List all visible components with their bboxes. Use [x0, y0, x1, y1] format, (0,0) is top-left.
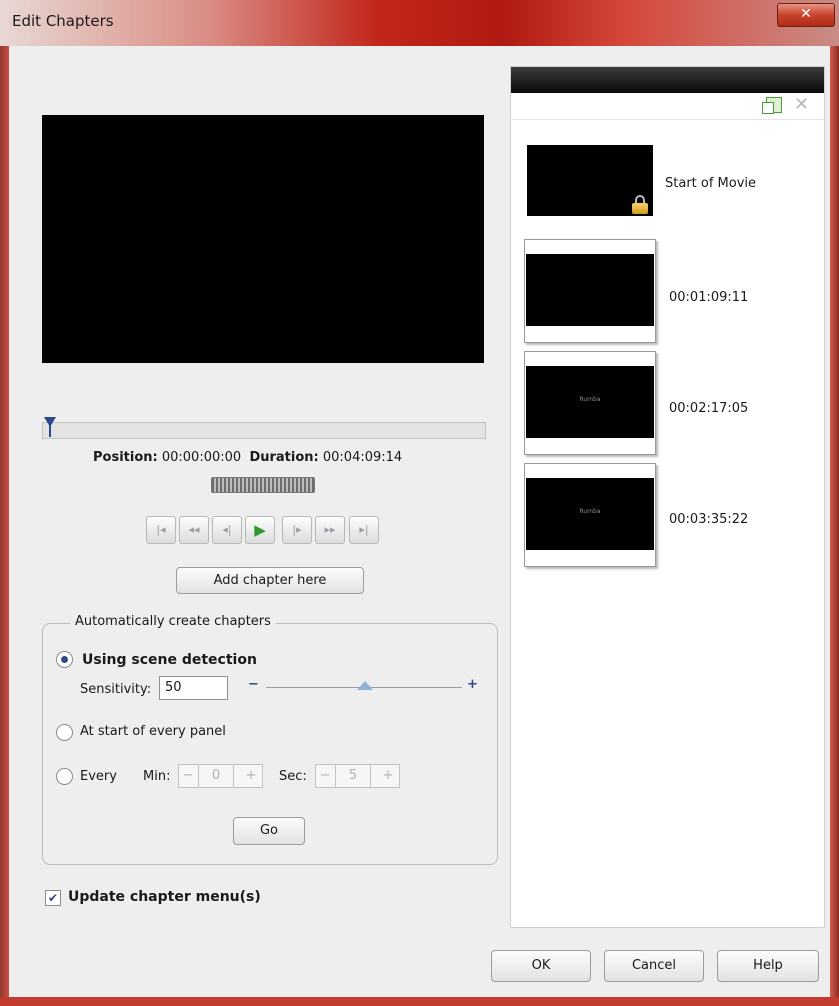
position-label: Position:	[93, 450, 158, 465]
every-panel-radio[interactable]	[56, 724, 73, 741]
minutes-value[interactable]: 0	[198, 765, 234, 787]
every-label: Every	[80, 769, 117, 784]
window-frame-right	[830, 46, 839, 1006]
chapters-panel: ✕ Start of Movie 00:01:09:11 Rumba 00:02…	[510, 66, 825, 928]
min-label: Min:	[143, 769, 171, 784]
go-to-end-button[interactable]: ▸|	[349, 516, 379, 544]
duration-label: Duration:	[249, 450, 319, 465]
seconds-stepper[interactable]: − 5 +	[315, 764, 400, 788]
minutes-decrease-icon[interactable]: −	[179, 765, 197, 787]
seconds-decrease-icon[interactable]: −	[316, 765, 334, 787]
fast-forward-button[interactable]: ▸▸	[315, 516, 345, 544]
every-interval-radio[interactable]	[56, 768, 73, 785]
sensitivity-increase-icon[interactable]: +	[467, 677, 478, 692]
sensitivity-label: Sensitivity:	[80, 682, 152, 697]
chapter-thumbnail[interactable]: Rumba	[524, 351, 656, 455]
position-value: 00:00:00:00	[161, 450, 242, 465]
sec-label: Sec:	[279, 769, 307, 784]
chapter-label: 00:02:17:05	[669, 401, 749, 416]
chapter-thumbnail-caption: Rumba	[579, 396, 601, 403]
play-button[interactable]: ▶	[245, 516, 275, 544]
ok-button[interactable]: OK	[491, 950, 591, 982]
chapter-thumbnail-image: Rumba	[526, 478, 654, 550]
chapters-panel-header	[511, 67, 824, 93]
chapter-thumbnail-image: Rumba	[526, 366, 654, 438]
minutes-stepper[interactable]: − 0 +	[178, 764, 263, 788]
go-to-start-button[interactable]: |◂	[146, 516, 176, 544]
auto-chapters-group-title: Automatically create chapters	[70, 614, 276, 629]
window-title: Edit Chapters	[12, 12, 114, 30]
title-bar: Edit Chapters ✕	[0, 0, 839, 46]
jog-shuttle-wheel[interactable]	[211, 477, 315, 493]
close-button[interactable]: ✕	[777, 3, 835, 27]
rewind-button[interactable]: ◂◂	[179, 516, 209, 544]
seconds-increase-icon[interactable]: +	[379, 765, 397, 787]
timeline-scrubber[interactable]	[42, 422, 486, 439]
update-chapter-menu-label: Update chapter menu(s)	[68, 889, 261, 905]
chapter-thumbnail[interactable]	[524, 239, 656, 343]
chapters-panel-toolbar: ✕	[511, 93, 824, 120]
delete-chapter-icon[interactable]: ✕	[794, 94, 809, 115]
timeline-playhead[interactable]	[44, 417, 56, 427]
lock-icon	[631, 195, 649, 214]
video-preview	[42, 115, 484, 363]
update-chapter-menu-checkbox[interactable]: ✔	[45, 890, 61, 906]
help-button[interactable]: Help	[717, 950, 819, 982]
chapter-thumbnail-caption: Rumba	[579, 508, 601, 515]
step-forward-button[interactable]: |▸	[282, 516, 312, 544]
cancel-button[interactable]: Cancel	[604, 950, 704, 982]
every-panel-label: At start of every panel	[80, 724, 226, 739]
add-chapter-button[interactable]: Add chapter here	[176, 567, 364, 594]
window-frame-bottom	[0, 997, 839, 1006]
position-duration-readout: Position: 00:00:00:00 Duration: 00:04:09…	[93, 450, 402, 465]
scene-detection-label: Using scene detection	[82, 652, 257, 668]
chapter-label: Start of Movie	[665, 176, 757, 191]
chapter-thumbnail[interactable]	[527, 145, 653, 216]
sensitivity-decrease-icon[interactable]: −	[248, 677, 259, 692]
sensitivity-field[interactable]: 50	[159, 676, 228, 700]
duration-value: 00:04:09:14	[322, 450, 403, 465]
duplicate-chapter-icon[interactable]	[762, 97, 782, 114]
chapter-label: 00:03:35:22	[669, 512, 749, 527]
go-button[interactable]: Go	[233, 817, 305, 845]
step-back-button[interactable]: ◂|	[212, 516, 242, 544]
minutes-increase-icon[interactable]: +	[242, 765, 260, 787]
chapter-label: 00:01:09:11	[669, 290, 749, 305]
window-frame-left	[0, 46, 9, 1006]
scene-detection-radio[interactable]	[56, 651, 73, 668]
sensitivity-slider-thumb[interactable]	[357, 681, 373, 690]
chapter-thumbnail[interactable]: Rumba	[524, 463, 656, 567]
edit-chapters-window: Edit Chapters ✕ Position: 00:00:00:00 Du…	[0, 0, 839, 1006]
chapter-thumbnail-image	[526, 254, 654, 326]
seconds-value[interactable]: 5	[335, 765, 371, 787]
